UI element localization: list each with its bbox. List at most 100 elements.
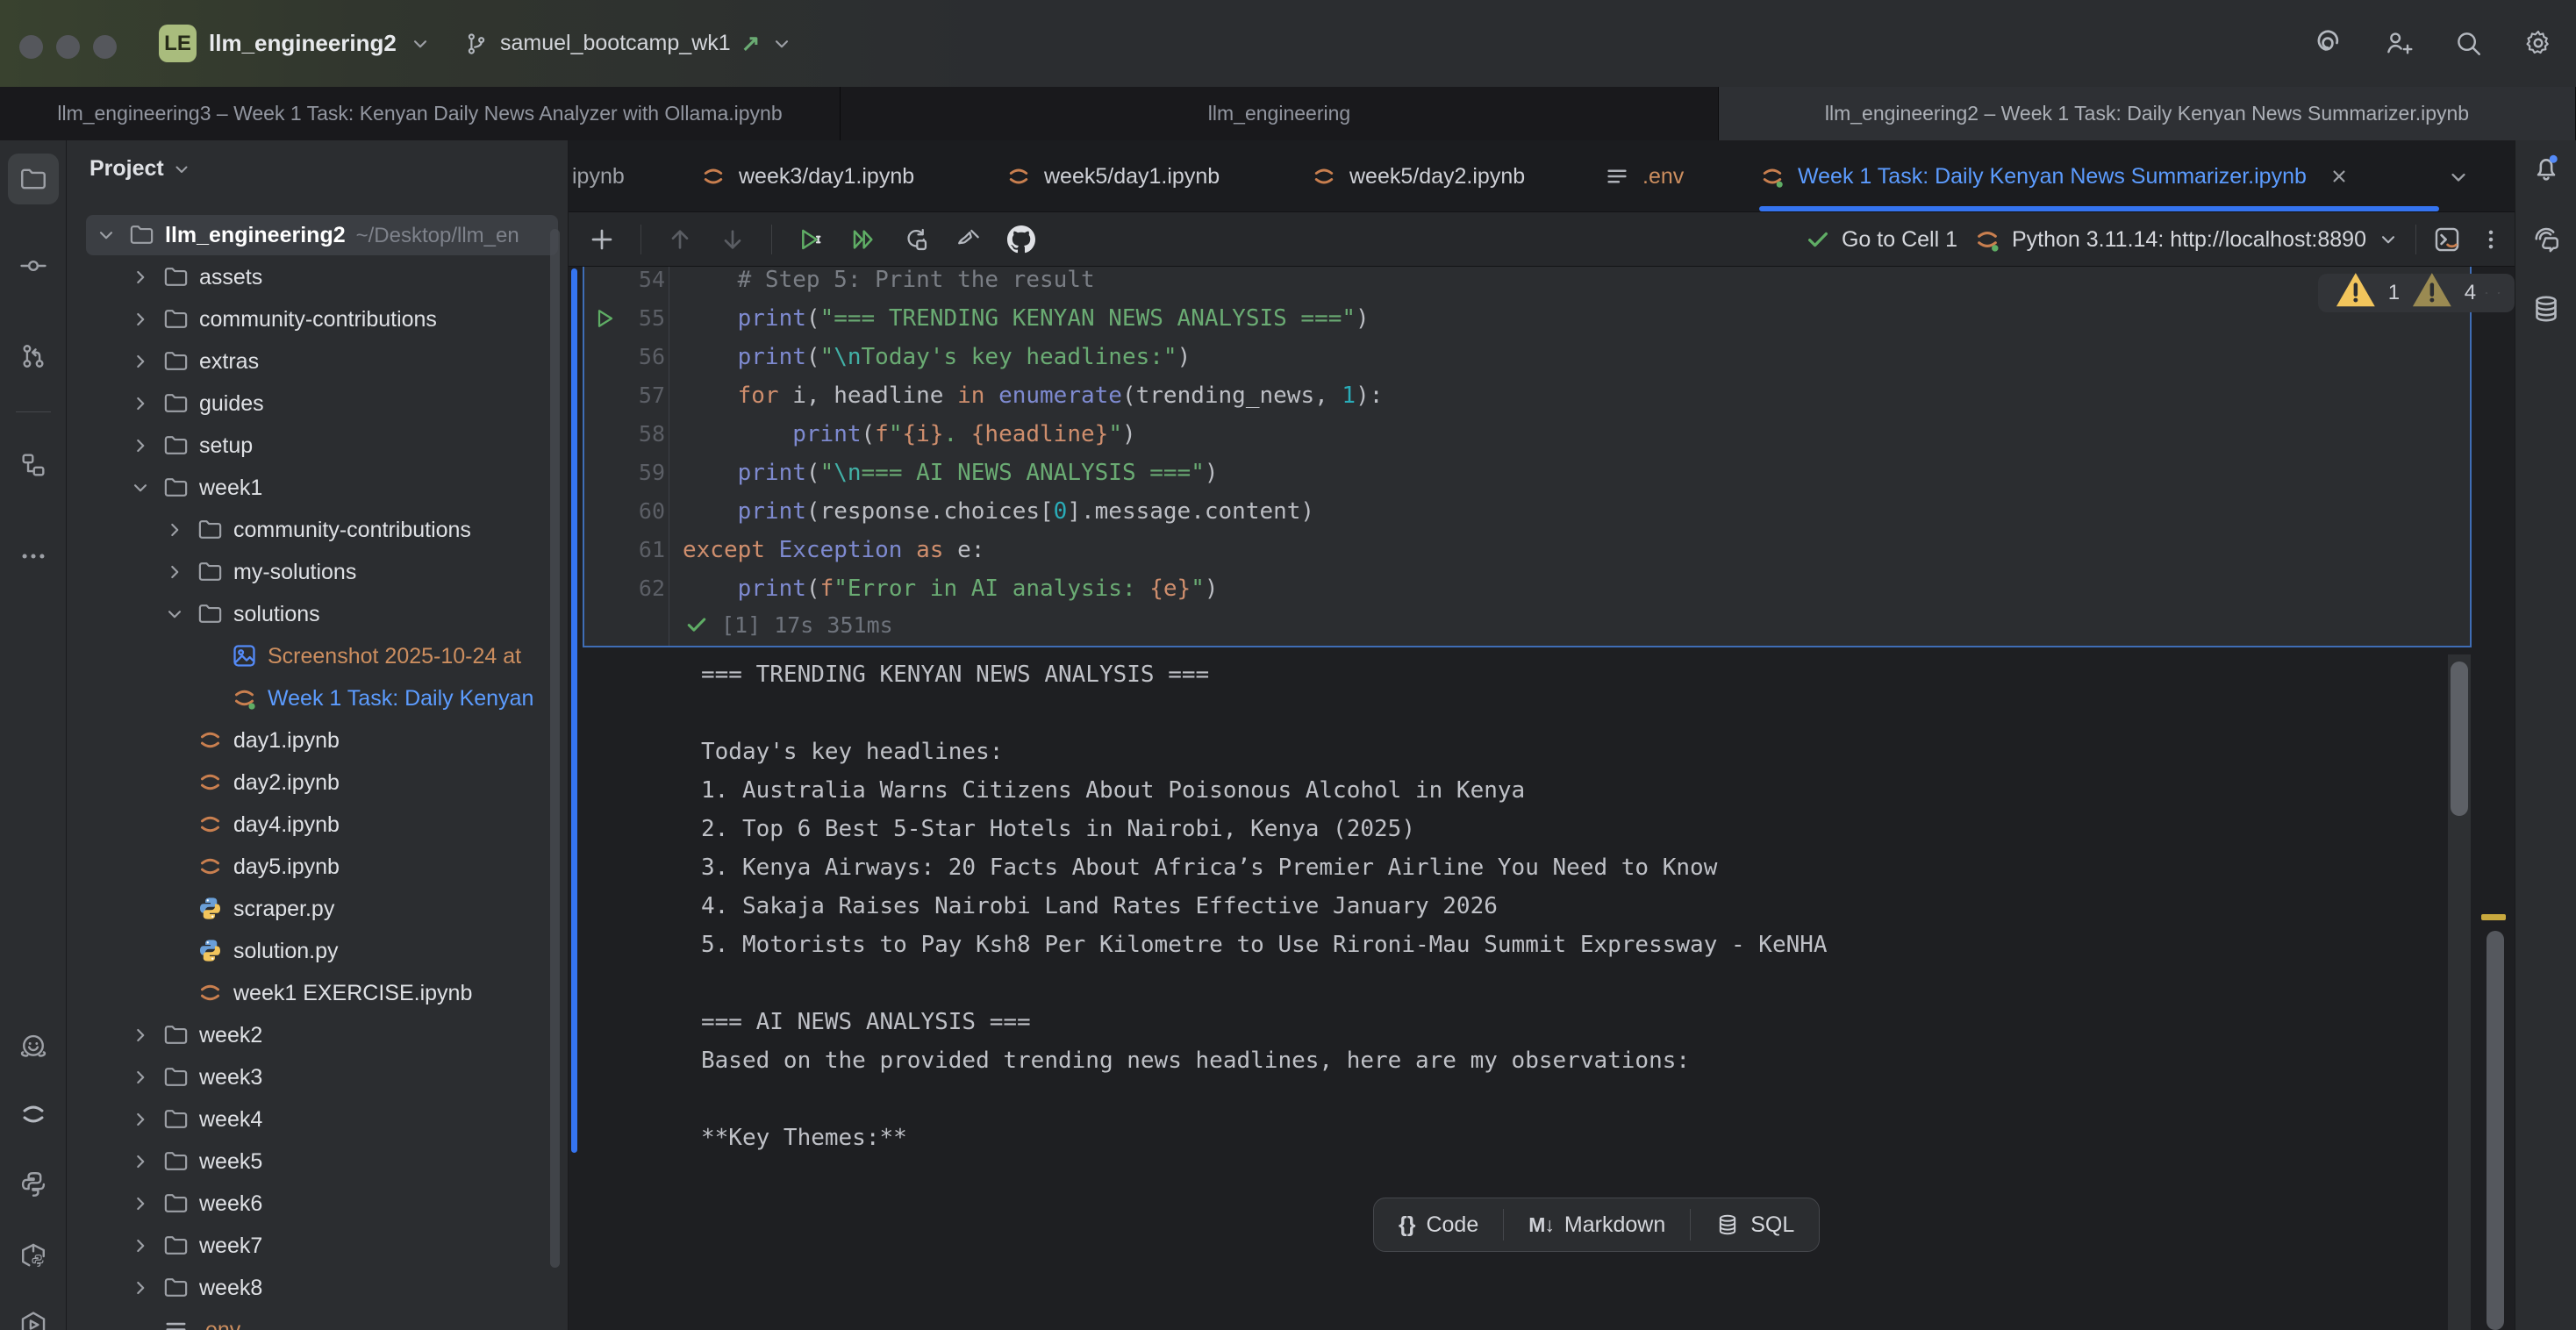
move-cell-down-button[interactable] bbox=[719, 225, 747, 254]
project-scrollbar[interactable] bbox=[550, 229, 560, 1268]
code-line-57[interactable]: 57 for i, headline in enumerate(trending… bbox=[584, 376, 2470, 415]
error-stripe-warning-mark[interactable] bbox=[2481, 914, 2506, 920]
minimize-window-icon[interactable] bbox=[56, 35, 80, 59]
project-panel-header[interactable]: Project bbox=[89, 156, 192, 182]
chevron-right-icon[interactable] bbox=[129, 266, 152, 289]
prev-warning-chevron-icon[interactable] bbox=[2485, 283, 2488, 303]
code-line-55[interactable]: 55 print("=== TRENDING KENYAN NEWS ANALY… bbox=[584, 299, 2470, 338]
tree-item-scraper-py[interactable]: scraper.py bbox=[67, 888, 569, 930]
tree-item-day1-ipynb[interactable]: day1.ipynb bbox=[67, 719, 569, 762]
chevron-right-icon[interactable] bbox=[129, 1066, 152, 1089]
run-all-cells-button[interactable] bbox=[849, 225, 877, 254]
python-console-icon[interactable] bbox=[18, 1169, 48, 1199]
chevron-right-icon[interactable] bbox=[129, 1276, 152, 1299]
code-line-62[interactable]: 62 print(f"Error in AI analysis: {e}") bbox=[584, 569, 2470, 608]
search-icon[interactable] bbox=[2453, 28, 2483, 58]
project-widget[interactable]: LE llm_engineering2 bbox=[159, 25, 432, 62]
tree-item-week-1-task-daily-kenyan[interactable]: Week 1 Task: Daily Kenyan bbox=[67, 677, 569, 719]
chevron-right-icon[interactable] bbox=[129, 434, 152, 457]
editor-tab-week5-day1-ipynb[interactable]: week5/day1.ipynb bbox=[1005, 140, 1220, 212]
tree-item-week2[interactable]: week2 bbox=[67, 1014, 569, 1056]
more-options-icon[interactable] bbox=[2478, 226, 2504, 253]
github-icon[interactable] bbox=[1007, 225, 1035, 254]
code-line-59[interactable]: 59 print("\n=== AI NEWS ANALYSIS ===") bbox=[584, 454, 2470, 492]
huggingface-icon[interactable] bbox=[18, 1032, 48, 1062]
tree-item-env[interactable]: .env bbox=[67, 1309, 569, 1330]
jupyter-tool-icon[interactable] bbox=[18, 1099, 48, 1129]
add-user-icon[interactable] bbox=[2383, 28, 2413, 58]
chevron-right-icon[interactable] bbox=[129, 1024, 152, 1047]
settings-gear-icon[interactable] bbox=[2523, 28, 2553, 58]
goto-cell-button[interactable]: Go to Cell 1 bbox=[1805, 226, 1957, 253]
chevron-right-icon[interactable] bbox=[129, 350, 152, 373]
tree-item-week1-exercise-ipynb[interactable]: week1 EXERCISE.ipynb bbox=[67, 972, 569, 1014]
editor-tab-week-1-task-daily-kenyan-news-summarizer-ipynb[interactable]: Week 1 Task: Daily Kenyan News Summarize… bbox=[1759, 140, 2351, 212]
chevron-right-icon[interactable] bbox=[163, 518, 186, 541]
project-tool-icon[interactable] bbox=[18, 164, 48, 194]
tree-item-week5[interactable]: week5 bbox=[67, 1141, 569, 1183]
database-tool-icon[interactable] bbox=[2530, 293, 2562, 325]
add-sql-cell-button[interactable]: SQL bbox=[1691, 1198, 1819, 1251]
run-line-marker-icon[interactable] bbox=[593, 306, 618, 331]
chevron-down-icon[interactable] bbox=[129, 476, 152, 499]
next-warning-chevron-icon[interactable] bbox=[2497, 283, 2501, 303]
editor-tab-ipynb[interactable]: ipynb bbox=[572, 140, 625, 212]
chevron-down-icon[interactable] bbox=[95, 224, 118, 247]
window-controls[interactable] bbox=[19, 35, 117, 59]
tree-item-community-contributions[interactable]: community-contributions bbox=[67, 298, 569, 340]
tree-item-my-solutions[interactable]: my-solutions bbox=[67, 551, 569, 593]
code-line-58[interactable]: 58 print(f"{i}. {headline}") bbox=[584, 415, 2470, 454]
ai-assistant-icon[interactable] bbox=[2313, 28, 2343, 58]
editor-tab-env[interactable]: .env bbox=[1604, 140, 1684, 212]
jupyter-console-icon[interactable] bbox=[2432, 225, 2462, 254]
window-tab-llm-engineering2-week-1-task-d[interactable]: llm_engineering2 – Week 1 Task: Daily Ke… bbox=[1719, 87, 2576, 140]
tab-list-chevron-icon[interactable] bbox=[2446, 165, 2471, 189]
add-code-cell-button[interactable]: {} Code bbox=[1374, 1198, 1503, 1251]
chevron-right-icon[interactable] bbox=[129, 392, 152, 415]
python-packages-icon[interactable] bbox=[18, 1241, 48, 1271]
code-line-60[interactable]: 60 print(response.choices[0].message.con… bbox=[584, 492, 2470, 531]
restart-kernel-button[interactable] bbox=[902, 225, 930, 254]
code-line-56[interactable]: 56 print("\nToday's key headlines:") bbox=[584, 338, 2470, 376]
tree-item-extras[interactable]: extras bbox=[67, 340, 569, 383]
chevron-right-icon[interactable] bbox=[163, 561, 186, 583]
tree-item-guides[interactable]: guides bbox=[67, 383, 569, 425]
ai-assistant-chat-icon[interactable] bbox=[2530, 224, 2562, 255]
move-cell-up-button[interactable] bbox=[666, 225, 694, 254]
code-line-54[interactable]: 54 # Step 5: Print the result bbox=[584, 267, 2470, 299]
output-scrollbar[interactable] bbox=[2448, 654, 2471, 1330]
pull-requests-tool-icon[interactable] bbox=[18, 341, 48, 371]
run-cell-button[interactable] bbox=[797, 225, 825, 254]
editor-tab-week3-day1-ipynb[interactable]: week3/day1.ipynb bbox=[700, 140, 914, 212]
tree-item-screenshot-2025-10-24-at[interactable]: Screenshot 2025-10-24 at bbox=[67, 635, 569, 677]
output-scrollbar-thumb[interactable] bbox=[2451, 661, 2468, 816]
tree-item-week7[interactable]: week7 bbox=[67, 1225, 569, 1267]
clear-outputs-button[interactable] bbox=[955, 225, 983, 254]
tree-item-llm-engineering2[interactable]: llm_engineering2~/Desktop/llm_en bbox=[67, 214, 569, 256]
tree-item-assets[interactable]: assets bbox=[67, 256, 569, 298]
window-tab-llm-engineering[interactable]: llm_engineering bbox=[841, 87, 1719, 140]
chevron-right-icon[interactable] bbox=[129, 1192, 152, 1215]
tree-item-week1[interactable]: week1 bbox=[67, 467, 569, 509]
tree-item-week3[interactable]: week3 bbox=[67, 1056, 569, 1098]
structure-tool-icon[interactable] bbox=[18, 450, 48, 480]
tree-item-solutions[interactable]: solutions bbox=[67, 593, 569, 635]
close-icon[interactable] bbox=[2328, 165, 2351, 188]
chevron-down-icon[interactable] bbox=[163, 603, 186, 626]
add-cell-button[interactable] bbox=[588, 225, 616, 254]
code-line-61[interactable]: 61except Exception as e: bbox=[584, 531, 2470, 569]
tree-item-week8[interactable]: week8 bbox=[67, 1267, 569, 1309]
close-window-icon[interactable] bbox=[19, 35, 43, 59]
window-tab-llm-engineering3-week-1-task-k[interactable]: llm_engineering3 – Week 1 Task: Kenyan D… bbox=[0, 87, 841, 140]
add-markdown-cell-button[interactable]: M↓ Markdown bbox=[1504, 1198, 1690, 1251]
kernel-selector[interactable]: Python 3.11.14: http://localhost:8890 bbox=[1973, 225, 2400, 254]
tree-item-community-contributions[interactable]: community-contributions bbox=[67, 509, 569, 551]
code-cell[interactable]: 54 # Step 5: Print the result55 print("=… bbox=[583, 267, 2472, 647]
chevron-right-icon[interactable] bbox=[129, 308, 152, 331]
chevron-right-icon[interactable] bbox=[129, 1150, 152, 1173]
branch-widget[interactable]: samuel_bootcamp_wk1 ↗ bbox=[463, 25, 793, 62]
tree-item-day5-ipynb[interactable]: day5.ipynb bbox=[67, 846, 569, 888]
tree-item-day2-ipynb[interactable]: day2.ipynb bbox=[67, 762, 569, 804]
more-tools-icon[interactable] bbox=[18, 541, 48, 571]
run-tool-icon[interactable] bbox=[18, 1310, 48, 1330]
